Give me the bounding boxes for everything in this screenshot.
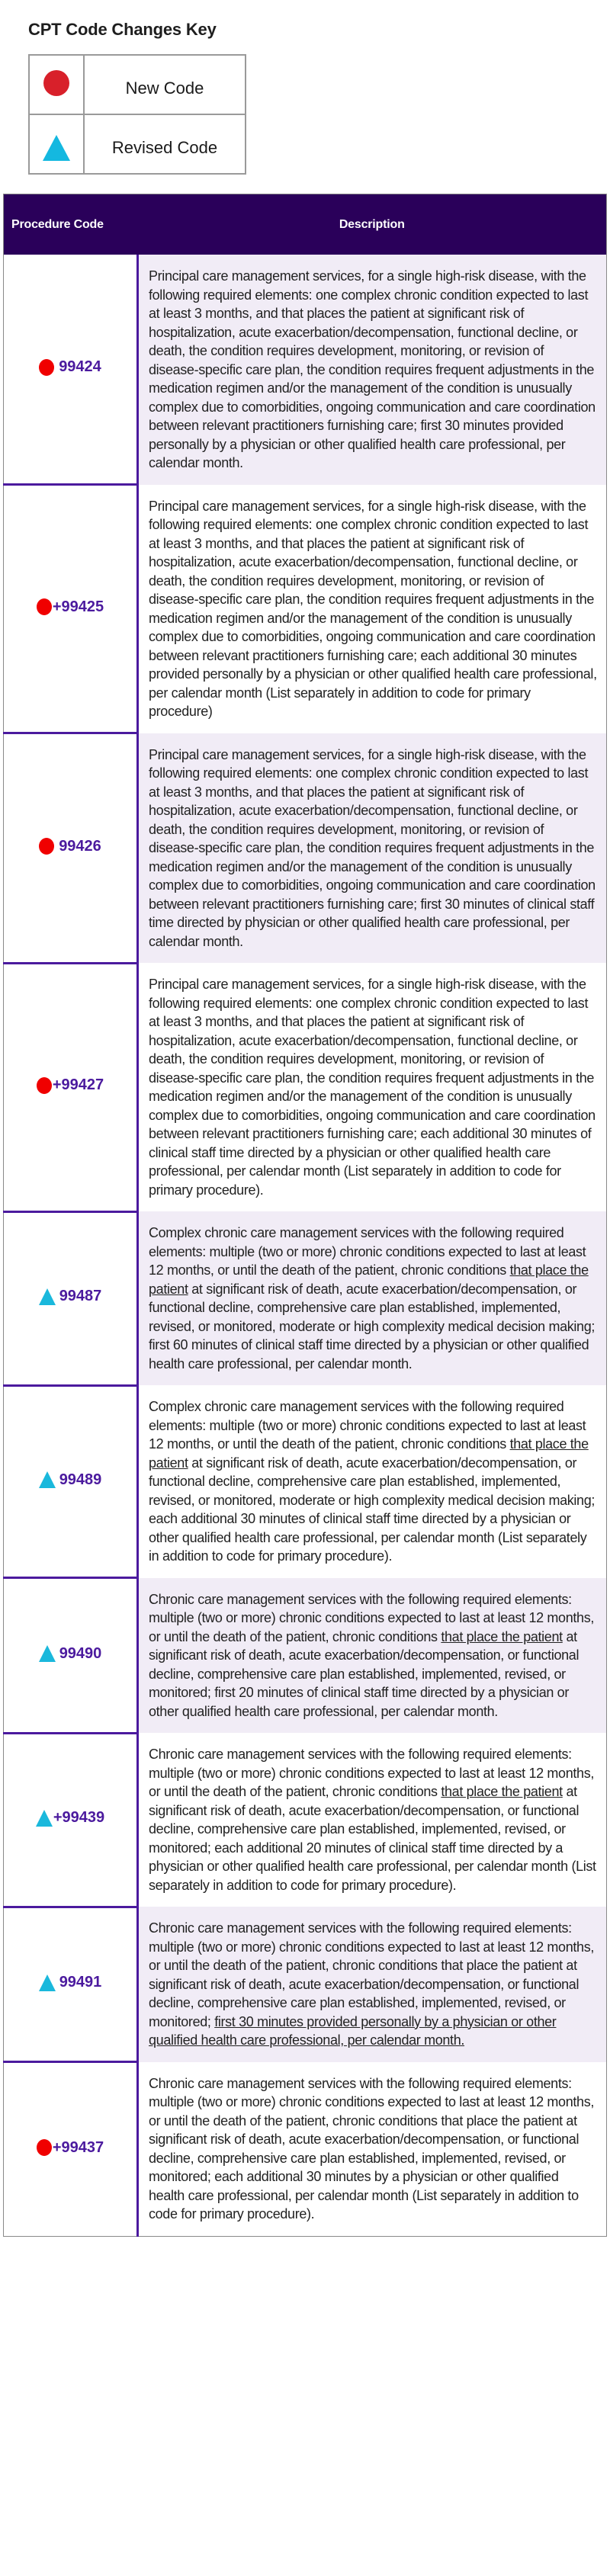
procedure-code-cell: 99424 <box>3 255 139 486</box>
key-label-new: New Code <box>83 54 246 115</box>
cyan-triangle-icon <box>35 1809 53 1827</box>
description-text-after: at significant risk of death, acute exac… <box>149 1281 596 1371</box>
cyan-triangle-icon <box>43 134 70 161</box>
header-description: Description <box>137 194 607 255</box>
procedure-code-cell: 99487 <box>3 1211 139 1387</box>
red-circle-icon <box>36 1076 52 1094</box>
procedure-code-cell: +99427 <box>3 963 139 1213</box>
description-text: Principal care management services, for … <box>149 977 596 1198</box>
key-label-revised: Revised Code <box>83 114 246 175</box>
procedure-code: +99427 <box>52 1076 104 1094</box>
description-text: Principal care management services, for … <box>149 268 596 470</box>
procedure-code: 99424 <box>59 358 101 376</box>
header-procedure-code: Procedure Code <box>3 194 138 255</box>
cpt-code-table: Procedure Code Description 99424 Principa… <box>3 194 607 2237</box>
description-cell: Chronic care management services with th… <box>137 1577 607 1733</box>
table-row: +99427 Principal care management services… <box>3 963 607 1213</box>
procedure-code-cell: 99491 <box>3 1907 139 2063</box>
red-circle-icon <box>39 358 55 376</box>
table-row: 99424 Principal care management services,… <box>3 255 607 486</box>
procedure-code: 99489 <box>59 1471 102 1488</box>
description-cell: Principal care management services, for … <box>137 963 607 1211</box>
procedure-code-cell: +99425 <box>3 484 139 734</box>
table-row: +99425 Principal care management services… <box>3 484 607 734</box>
description-text: Chronic care management services with th… <box>149 1920 594 2029</box>
procedure-code: 99426 <box>59 837 101 855</box>
cyan-triangle-icon <box>38 1471 56 1488</box>
procedure-code-cell: 99426 <box>3 733 139 964</box>
table-row: +99439 Chronic care management services w… <box>3 1733 607 1908</box>
table-body: 99424 Principal care management services,… <box>3 255 607 2236</box>
cyan-triangle-icon <box>38 1974 56 1991</box>
description-cell: Principal care management services, for … <box>137 484 607 733</box>
table-header-row: Procedure Code Description <box>3 194 607 255</box>
description-text: Principal care management services, for … <box>149 498 597 720</box>
description-cell: Chronic care management services with th… <box>137 2061 607 2236</box>
procedure-code: 99491 <box>59 1974 102 1991</box>
red-circle-icon <box>36 2139 52 2156</box>
procedure-code-cell: 99490 <box>3 1577 139 1734</box>
cyan-triangle-icon <box>38 1645 56 1662</box>
table-row: 99491 Chronic care management services wi… <box>3 1907 607 2063</box>
description-cell: Principal care management services, for … <box>137 733 607 963</box>
description-text-after: at significant risk of death, acute exac… <box>149 1784 596 1893</box>
table-row: 99487 Complex chronic care management ser… <box>3 1211 607 1387</box>
table-row: 99490 Chronic care management services wi… <box>3 1577 607 1734</box>
key-legend-table: New Code Revised Code <box>28 54 246 175</box>
description-cell: Complex chronic care management services… <box>137 1211 607 1385</box>
red-circle-icon <box>36 598 52 616</box>
red-circle-icon <box>39 838 55 855</box>
cyan-triangle-icon <box>38 1288 56 1305</box>
red-circle-icon <box>43 69 69 96</box>
key-title: CPT Code Changes Key <box>28 20 217 39</box>
table-row: 99426 Principal care management services,… <box>3 733 607 964</box>
description-cell: Complex chronic care management services… <box>137 1385 607 1578</box>
procedure-code-cell: +99437 <box>3 2061 139 2236</box>
table-row: +99437 Chronic care management services w… <box>3 2061 607 2236</box>
procedure-code: +99437 <box>52 2138 104 2156</box>
procedure-code-cell: +99439 <box>3 1733 139 1908</box>
description-text: Principal care management services, for … <box>149 746 596 949</box>
procedure-code-cell: 99489 <box>3 1385 139 1579</box>
description-underlined-text: that place the patient <box>441 1628 563 1644</box>
description-text: Chronic care management services with th… <box>149 2075 594 2222</box>
description-cell: Chronic care management services with th… <box>137 1907 607 2062</box>
description-cell: Principal care management services, for … <box>137 255 607 485</box>
description-cell: Chronic care management services with th… <box>137 1733 607 1907</box>
procedure-code: +99439 <box>53 1809 105 1827</box>
key-row-new: New Code <box>28 54 246 115</box>
procedure-code: 99487 <box>59 1288 102 1305</box>
procedure-code: 99490 <box>59 1644 102 1662</box>
description-underlined-text: that place the patient <box>441 1784 563 1799</box>
procedure-code: +99425 <box>52 598 104 615</box>
table-row: 99489 Complex chronic care management ser… <box>3 1385 607 1579</box>
key-row-revised: Revised Code <box>28 114 246 175</box>
description-text-after: at significant risk of death, acute exac… <box>149 1455 596 1564</box>
